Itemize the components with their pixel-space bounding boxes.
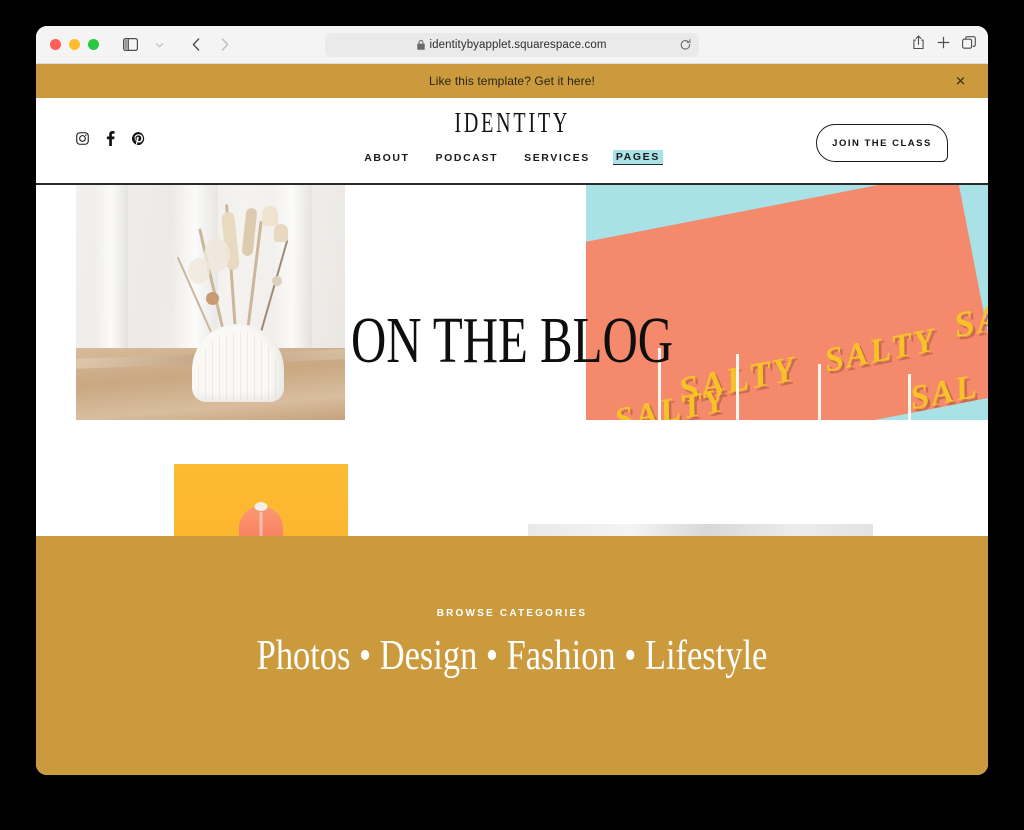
hero-section: SALTY SALTY SA SALTY SAL ON THE BLOG <box>36 184 988 596</box>
promo-banner-text: Like this template? Get it here! <box>429 74 595 88</box>
window-traffic-lights <box>36 39 99 50</box>
plus-icon[interactable] <box>937 36 950 54</box>
address-bar[interactable]: identitybyapplet.squarespace.com <box>325 32 699 57</box>
device-frame: identitybyapplet.squarespace.com Like th… <box>0 0 1024 830</box>
nav-item-podcast[interactable]: PODCAST <box>433 151 502 165</box>
reload-icon[interactable] <box>680 38 691 51</box>
site-header: IDENTITY ABOUT PODCAST SERVICES PAGES JO… <box>36 98 988 184</box>
close-icon[interactable]: ✕ <box>955 75 966 88</box>
nav-item-services[interactable]: SERVICES <box>521 151 593 165</box>
promo-banner[interactable]: Like this template? Get it here! ✕ <box>36 64 988 98</box>
nav-item-about[interactable]: ABOUT <box>361 151 412 165</box>
main-navigation: ABOUT PODCAST SERVICES PAGES <box>361 150 663 165</box>
vase-dried-flowers-photo[interactable] <box>76 184 345 420</box>
salty-text: SA <box>950 296 988 346</box>
back-arrow-icon[interactable] <box>183 33 209 57</box>
share-icon[interactable] <box>912 34 925 55</box>
header-divider <box>36 183 988 185</box>
browser-toolbar: identitybyapplet.squarespace.com <box>36 26 988 64</box>
browse-categories-label: BROWSE CATEGORIES <box>436 608 588 619</box>
nav-item-pages[interactable]: PAGES <box>612 150 663 165</box>
address-bar-url: identitybyapplet.squarespace.com <box>429 38 607 51</box>
browser-window: identitybyapplet.squarespace.com Like th… <box>36 26 988 775</box>
navigation-controls <box>117 33 238 57</box>
peach-stem <box>254 502 268 511</box>
straw <box>908 374 911 420</box>
forward-arrow-icon[interactable] <box>212 33 238 57</box>
salty-poster-photo[interactable]: SALTY SALTY SA SALTY SAL <box>586 184 988 420</box>
toolbar-right-actions <box>912 34 976 55</box>
lock-icon <box>417 39 426 50</box>
tab-overview-icon[interactable] <box>962 35 976 54</box>
category-links[interactable]: Photos • Design • Fashion • Lifestyle <box>122 632 903 680</box>
minimize-window-button[interactable] <box>69 39 80 50</box>
site-logo[interactable]: IDENTITY <box>454 108 570 140</box>
chevron-down-icon[interactable] <box>146 33 172 57</box>
browse-categories-section: BROWSE CATEGORIES Photos • Design • Fash… <box>36 536 988 775</box>
close-window-button[interactable] <box>50 39 61 50</box>
join-the-class-button[interactable]: JOIN THE CLASS <box>816 124 948 162</box>
maximize-window-button[interactable] <box>88 39 99 50</box>
sidebar-toggle-icon[interactable] <box>117 33 143 57</box>
join-the-class-label: JOIN THE CLASS <box>832 137 932 149</box>
page-title: ON THE BLOG <box>351 304 673 377</box>
web-page-viewport: Like this template? Get it here! ✕ IDENT… <box>36 64 988 775</box>
